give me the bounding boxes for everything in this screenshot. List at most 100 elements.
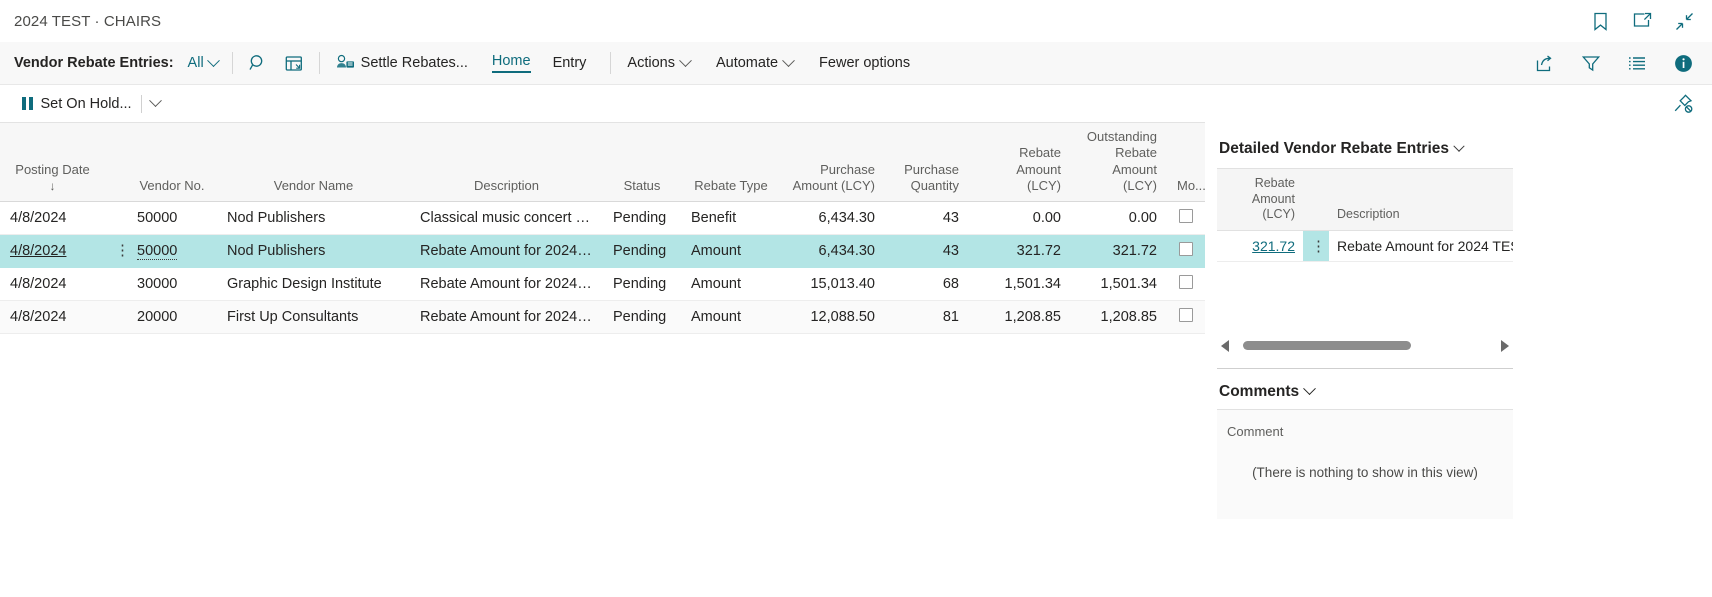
factbox-row-kebab-icon[interactable]: ⋮ [1311, 238, 1326, 255]
cell-posting-date[interactable]: 4/8/2024 [0, 267, 105, 301]
cell-purchase-amount[interactable]: 6,434.30 [781, 201, 885, 235]
cell-posting-date[interactable]: 4/8/2024 [0, 300, 105, 334]
cell-vendor-name[interactable]: First Up Consultants [217, 300, 410, 334]
mo-checkbox[interactable] [1179, 209, 1193, 223]
info-icon[interactable] [1672, 52, 1694, 74]
factbox-column-description[interactable]: Description [1329, 169, 1513, 231]
detailed-vendor-rebate-entries-header[interactable]: Detailed Vendor Rebate Entries [1217, 134, 1513, 168]
list-view-icon[interactable] [1626, 52, 1648, 74]
collapse-icon[interactable] [1674, 11, 1694, 31]
column-header-rebate-type[interactable]: Rebate Type [681, 123, 781, 202]
cell-mo-checkbox[interactable] [1167, 300, 1205, 334]
cell-vendor-name[interactable]: Nod Publishers [217, 234, 410, 268]
cell-vendor-no[interactable]: 30000 [127, 267, 217, 301]
search-icon[interactable] [247, 52, 269, 74]
column-header-vendor-no[interactable]: Vendor No. [127, 123, 217, 202]
table-row[interactable]: 4/8/2024 50000 Nod Publishers Classical mus… [0, 201, 1205, 235]
column-header-purchase-quantity[interactable]: Purchase Quantity [885, 123, 969, 202]
vendor-no-field[interactable]: 50000 [137, 243, 178, 260]
column-header-rebate-amount[interactable]: Rebate Amount (LCY) [969, 123, 1071, 202]
factbox-table-row[interactable]: 321.72 ⋮ Rebate Amount for 2024 TES [1217, 230, 1513, 262]
cell-description[interactable]: Rebate Amount for 2024 TEST [410, 234, 603, 268]
factbox-column-rebate-amount[interactable]: Rebate Amount (LCY) [1217, 169, 1303, 231]
cell-outstanding-rebate-amount[interactable]: 1,208.85 [1071, 300, 1167, 334]
cell-status[interactable]: Pending [603, 201, 681, 235]
bookmark-icon[interactable] [1590, 11, 1610, 31]
cell-vendor-no[interactable]: 20000 [127, 300, 217, 334]
cell-purchase-quantity[interactable]: 81 [885, 300, 969, 334]
cell-row-menu[interactable] [105, 267, 127, 301]
view-filter-selector[interactable]: All [188, 53, 220, 71]
cell-status[interactable]: Pending [603, 234, 681, 268]
cell-purchase-amount[interactable]: 6,434.30 [781, 234, 885, 268]
cell-row-menu[interactable] [105, 300, 127, 334]
cell-vendor-name[interactable]: Graphic Design Institute [217, 267, 410, 301]
cell-outstanding-rebate-amount[interactable]: 1,501.34 [1071, 267, 1167, 301]
comments-header[interactable]: Comments [1217, 369, 1513, 409]
cell-mo-checkbox[interactable] [1167, 234, 1205, 268]
cell-vendor-no[interactable]: 50000 [127, 201, 217, 235]
cell-description[interactable]: Rebate Amount for 2024 TEST [410, 267, 603, 301]
posting-date-link[interactable]: 4/8/2024 [10, 243, 66, 259]
table-row[interactable]: 4/8/2024 ⋮ 50000 Nod PublishersRebate Amoun… [0, 234, 1205, 268]
cell-row-menu[interactable]: ⋮ [105, 234, 127, 268]
unpin-icon[interactable] [1672, 93, 1694, 115]
cell-purchase-amount[interactable]: 12,088.50 [781, 300, 885, 334]
table-row[interactable]: 4/8/2024 30000 Graphic Design Institute Reb… [0, 267, 1205, 301]
scroll-left-arrow-icon[interactable] [1221, 339, 1229, 352]
mo-checkbox[interactable] [1179, 242, 1193, 256]
cell-purchase-quantity[interactable]: 43 [885, 234, 969, 268]
cell-rebate-type[interactable]: Amount [681, 234, 781, 268]
column-header-vendor-name[interactable]: Vendor Name [217, 123, 410, 202]
open-in-excel-icon[interactable] [283, 52, 305, 74]
mo-checkbox[interactable] [1179, 308, 1193, 322]
cell-rebate-type[interactable]: Benefit [681, 201, 781, 235]
cell-rebate-type[interactable]: Amount [681, 300, 781, 334]
scrollbar-track[interactable] [1237, 341, 1493, 351]
cell-outstanding-rebate-amount[interactable]: 321.72 [1071, 234, 1167, 268]
cell-description[interactable]: Classical music concert ticket [410, 201, 603, 235]
cell-purchase-amount[interactable]: 15,013.40 [781, 267, 885, 301]
cell-purchase-quantity[interactable]: 68 [885, 267, 969, 301]
cell-posting-date[interactable]: 4/8/2024 [0, 201, 105, 235]
settle-rebates-button[interactable]: Settle Rebates... [334, 51, 470, 75]
factbox-cell-rebate-amount[interactable]: 321.72 [1217, 230, 1303, 262]
cell-rebate-amount[interactable]: 1,208.85 [969, 300, 1071, 334]
column-header-outstanding-rebate-amount[interactable]: Outstanding Rebate Amount (LCY) [1071, 123, 1167, 202]
set-on-hold-button[interactable]: Set On Hold... [22, 96, 132, 112]
cell-mo-checkbox[interactable] [1167, 201, 1205, 235]
factbox-cell-description[interactable]: Rebate Amount for 2024 TES [1329, 230, 1513, 262]
cell-description[interactable]: Rebate Amount for 2024 TEST [410, 300, 603, 334]
cell-purchase-quantity[interactable]: 43 [885, 201, 969, 235]
mo-checkbox[interactable] [1179, 275, 1193, 289]
actions-menu[interactable]: Actions [625, 52, 692, 74]
cell-rebate-amount[interactable]: 1,501.34 [969, 267, 1071, 301]
scrollbar-thumb[interactable] [1243, 341, 1411, 351]
cell-status[interactable]: Pending [603, 300, 681, 334]
set-on-hold-dropdown[interactable] [148, 94, 162, 108]
factbox-cell-row-menu[interactable]: ⋮ [1303, 230, 1329, 262]
column-header-status[interactable]: Status [603, 123, 681, 202]
fewer-options-button[interactable]: Fewer options [817, 52, 912, 74]
cell-rebate-amount[interactable]: 321.72 [969, 234, 1071, 268]
column-header-posting-date[interactable]: Posting Date ↓ [0, 123, 105, 202]
factbox-rebate-amount-link[interactable]: 321.72 [1252, 238, 1295, 254]
share-icon[interactable] [1534, 52, 1556, 74]
cell-rebate-amount[interactable]: 0.00 [969, 201, 1071, 235]
automate-menu[interactable]: Automate [714, 52, 795, 74]
cell-status[interactable]: Pending [603, 267, 681, 301]
tab-entry[interactable]: Entry [553, 55, 587, 71]
column-header-description[interactable]: Description [410, 123, 603, 202]
filter-icon[interactable] [1580, 52, 1602, 74]
scroll-right-arrow-icon[interactable] [1501, 339, 1509, 352]
cell-mo-checkbox[interactable] [1167, 267, 1205, 301]
table-row[interactable]: 4/8/2024 20000 First Up Consultants Rebate … [0, 300, 1205, 334]
column-header-mo[interactable]: Mo... [1167, 123, 1206, 202]
open-in-new-window-icon[interactable] [1632, 11, 1652, 31]
cell-outstanding-rebate-amount[interactable]: 0.00 [1071, 201, 1167, 235]
column-header-purchase-amount[interactable]: Purchase Amount (LCY) [781, 123, 885, 202]
cell-rebate-type[interactable]: Amount [681, 267, 781, 301]
cell-row-menu[interactable] [105, 201, 127, 235]
cell-vendor-name[interactable]: Nod Publishers [217, 201, 410, 235]
factbox-horizontal-scrollbar[interactable] [1217, 333, 1513, 358]
